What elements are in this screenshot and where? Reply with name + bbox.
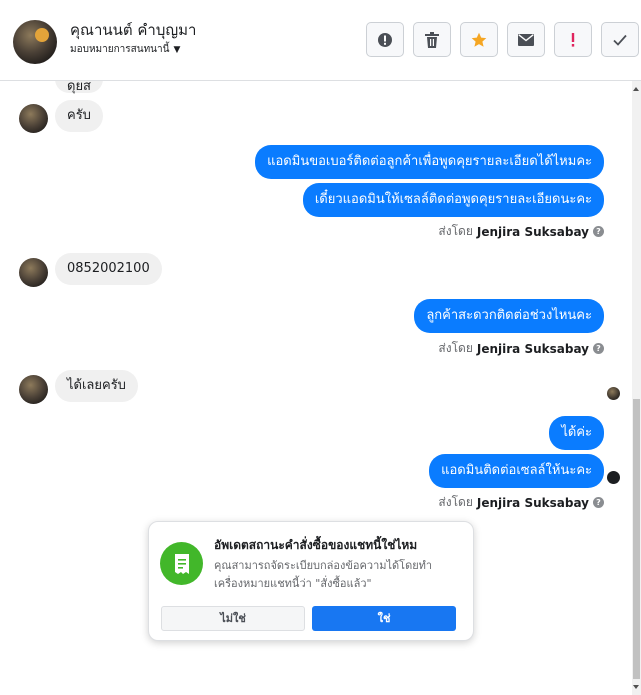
conversation-header: คุณานนต์ คำบุญมา มอบหมายการสนทนานี้ ▼ xyxy=(0,0,641,81)
message-bubble-outgoing: ลูกค้าสะดวกติดต่อช่วงไหนคะ xyxy=(414,299,604,333)
star-icon xyxy=(471,32,487,47)
report-icon xyxy=(378,32,392,47)
message-bubble-outgoing: เดี๋ยวแอดมินให้เซลล์ติดต่อพูดคุยรายละเอี… xyxy=(302,183,604,217)
scroll-thumb[interactable] xyxy=(633,399,640,679)
help-icon[interactable]: ? xyxy=(593,497,604,508)
contact-avatar-small xyxy=(19,104,48,133)
message-bubble-incoming: 0852002100 xyxy=(55,253,162,285)
message-bubble-incoming: ได้เลยครับ xyxy=(55,370,138,402)
conversation-toolbar xyxy=(366,22,639,57)
message-bubble-incoming: ครับ xyxy=(55,100,103,132)
sent-by-prefix: ส่งโดย xyxy=(438,341,473,355)
contact-avatar[interactable] xyxy=(13,20,57,64)
yes-button[interactable]: ใช่ xyxy=(312,606,456,631)
mark-unread-button[interactable] xyxy=(507,22,545,57)
message-bubble-outgoing: แอดมินติดต่อเซลล์ให้นะคะ xyxy=(429,454,604,488)
delete-button[interactable] xyxy=(413,22,451,57)
sent-by-label: ส่งโดย Jenjira Suksabay ? xyxy=(438,493,604,512)
envelope-icon xyxy=(518,33,534,46)
help-icon[interactable]: ? xyxy=(593,226,604,237)
sent-by-prefix: ส่งโดย xyxy=(438,224,473,238)
message-bubble-outgoing: ได้ค่ะ xyxy=(549,416,604,450)
trash-icon xyxy=(425,31,439,48)
sent-by-name: Jenjira Suksabay xyxy=(476,224,589,239)
no-button[interactable]: ไม่ใช่ xyxy=(161,606,305,631)
exclamation-icon xyxy=(571,32,575,47)
star-button[interactable] xyxy=(460,22,498,57)
help-icon[interactable]: ? xyxy=(593,343,604,354)
mark-done-button[interactable] xyxy=(601,22,639,57)
sent-by-name: Jenjira Suksabay xyxy=(476,341,589,356)
receipt-icon xyxy=(160,542,203,585)
assign-label: มอบหมายการสนทนานี้ xyxy=(70,44,170,55)
thread-scrollbar[interactable] xyxy=(632,81,641,695)
prompt-title: อัพเดตสถานะคำสั่งซื้อของแชทนี้ใช่ไหม xyxy=(214,538,418,552)
delivered-indicator xyxy=(607,471,620,484)
contact-avatar-small xyxy=(19,375,48,404)
spam-button[interactable] xyxy=(554,22,592,57)
message-thread[interactable]: ดุยส ครับ แอดมินขอเบอร์ติดต่อลูกค้าเพื่อ… xyxy=(0,81,632,695)
report-button[interactable] xyxy=(366,22,404,57)
sent-by-name: Jenjira Suksabay xyxy=(476,495,589,510)
scroll-down-arrow-icon[interactable] xyxy=(633,685,639,689)
contact-name[interactable]: คุณานนต์ คำบุญมา xyxy=(70,18,196,42)
seen-avatar xyxy=(607,387,620,400)
sent-by-label: ส่งโดย Jenjira Suksabay ? xyxy=(438,222,604,241)
caret-down-icon: ▼ xyxy=(173,44,181,55)
order-status-prompt: อัพเดตสถานะคำสั่งซื้อของแชทนี้ใช่ไหม คุณ… xyxy=(148,521,474,641)
message-bubble-incoming: ดุยส xyxy=(55,81,103,94)
sent-by-prefix: ส่งโดย xyxy=(438,495,473,509)
assign-dropdown[interactable]: มอบหมายการสนทนานี้ ▼ xyxy=(70,42,180,57)
prompt-description: คุณสามารถจัดระเบียบกล่องข้อความได้โดยทำเ… xyxy=(214,559,433,590)
scroll-up-arrow-icon[interactable] xyxy=(633,87,639,91)
sent-by-label: ส่งโดย Jenjira Suksabay ? xyxy=(438,339,604,358)
message-bubble-outgoing: แอดมินขอเบอร์ติดต่อลูกค้าเพื่อพูดคุยรายล… xyxy=(255,145,604,179)
contact-avatar-small xyxy=(19,258,48,287)
check-icon xyxy=(613,34,627,46)
